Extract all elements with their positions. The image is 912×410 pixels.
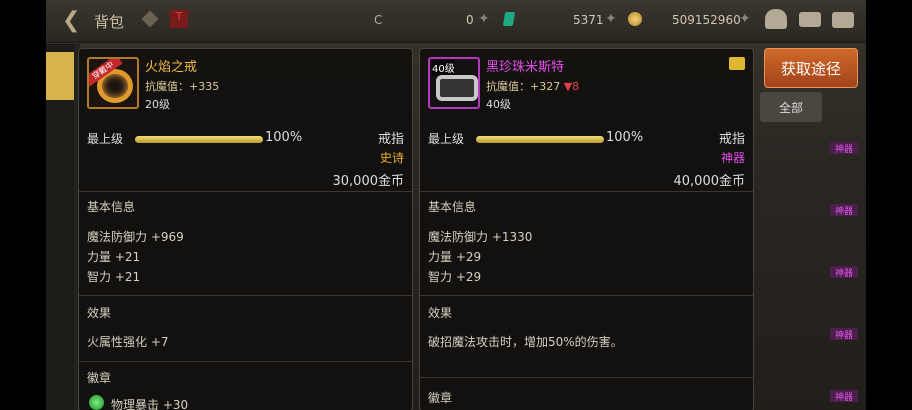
page-title: 背包 <box>94 13 125 31</box>
basic-info-title: 基本信息 <box>428 200 477 214</box>
basic-info-title: 基本信息 <box>87 200 136 214</box>
tab-bag[interactable] <box>46 52 74 100</box>
filter-all-button[interactable]: 全部 <box>760 92 822 122</box>
equipped-item-panel: 穿戴中 火焰之戒 抗魔值：+335 20级 最上级 100% 戒指 史诗 30,… <box>78 48 413 410</box>
list-item-tag[interactable]: 神器 <box>830 142 858 155</box>
divider <box>79 295 412 296</box>
grade-bar <box>476 136 604 143</box>
resist-value: +327 <box>530 80 561 93</box>
share-icon[interactable] <box>729 57 745 70</box>
grade-percent: 100% <box>265 130 303 145</box>
list-item-tag[interactable]: 神器 <box>830 390 858 403</box>
add-small-coin-icon[interactable]: ✦ <box>605 11 617 27</box>
chat-icon[interactable] <box>832 12 854 28</box>
item-icon-frame[interactable]: 40级 <box>428 57 480 109</box>
green-emblem-icon <box>89 395 104 410</box>
item-name: 火焰之戒 <box>145 60 198 75</box>
top-bar: ❮ 背包 T C 0 ✦ 5371 ✦ 509152960 ✦ <box>46 0 866 43</box>
basic-stat: 魔法防御力 +1330 <box>428 230 533 244</box>
ring-icon <box>436 75 478 101</box>
grade-label: 最上级 <box>428 132 465 146</box>
item-rarity: 神器 <box>720 151 745 165</box>
item-level: 20级 <box>145 98 170 111</box>
emblem-title: 徽章 <box>428 391 453 405</box>
resist-label: 抗魔值： <box>145 80 189 93</box>
grade-percent: 100% <box>606 130 644 145</box>
resist-stat: 抗魔值：+335 <box>145 78 219 94</box>
effect-title: 效果 <box>87 306 112 320</box>
back-arrow-icon[interactable]: ❮ <box>62 8 80 33</box>
basic-stat: 力量 +29 <box>428 250 482 264</box>
list-item-tag[interactable]: 神器 <box>830 204 858 217</box>
resist-value: +335 <box>189 80 220 93</box>
add-gem-icon[interactable]: ✦ <box>478 11 490 27</box>
effect-text: 火属性强化 +7 <box>87 335 169 349</box>
grade-bar <box>135 136 263 143</box>
c-icon: C <box>374 13 383 27</box>
grade-label: 最上级 <box>87 132 124 146</box>
divider <box>420 295 753 296</box>
divider <box>420 377 753 378</box>
basic-stat: 魔法防御力 +969 <box>87 230 184 244</box>
basic-stat: 智力 +29 <box>428 270 482 284</box>
item-level: 40级 <box>486 98 511 111</box>
diamond-icon[interactable] <box>141 10 159 28</box>
resist-label: 抗魔值： <box>486 80 530 93</box>
item-rarity: 史诗 <box>379 151 404 165</box>
item-type: 戒指 <box>377 132 404 147</box>
item-price: 40,000金币 <box>673 174 746 189</box>
list-item-tag[interactable]: 神器 <box>830 328 858 341</box>
compare-item-panel: 40级 黑珍珠米斯特 抗魔值：+327 ▼8 40级 最上级 100% 戒指 神… <box>419 48 754 410</box>
gold-count: 509152960 <box>672 13 741 27</box>
list-item-tag[interactable]: 神器 <box>830 266 858 279</box>
emblem-text: 物理暴击 +30 <box>111 398 189 410</box>
resist-change: ▼8 <box>563 80 580 93</box>
inventory-side-list: 神器 神器 神器 神器 神器 <box>786 128 866 410</box>
item-name: 黑珍珠米斯特 <box>486 60 565 75</box>
divider <box>79 191 412 192</box>
obtain-method-button[interactable]: 获取途径 <box>764 48 858 88</box>
mail-icon[interactable] <box>799 12 821 27</box>
gem-count: 0 <box>466 13 474 27</box>
item-icon-frame[interactable]: 穿戴中 <box>87 57 139 109</box>
gem-icon <box>502 12 516 26</box>
small-coin-count: 5371 <box>573 13 604 27</box>
item-type: 戒指 <box>718 132 745 147</box>
coin-icon <box>628 12 642 26</box>
divider <box>79 361 412 362</box>
item-price: 30,000金币 <box>332 174 405 189</box>
grade-bar-fill <box>476 136 604 143</box>
game-screen: ❮ 背包 T C 0 ✦ 5371 ✦ 509152960 ✦ 穿戴中 火焰之戒… <box>46 0 866 410</box>
divider <box>420 191 753 192</box>
level-tag: 40级 <box>432 60 455 75</box>
resist-stat: 抗魔值：+327 ▼8 <box>486 78 579 94</box>
grade-bar-fill <box>135 136 263 143</box>
basic-stat: 力量 +21 <box>87 250 141 264</box>
add-gold-icon[interactable]: ✦ <box>739 11 751 27</box>
emblem-title: 徽章 <box>87 371 112 385</box>
left-tab-strip <box>46 44 74 410</box>
shop-icon[interactable] <box>765 9 787 29</box>
tab-badge-icon[interactable]: T <box>170 10 188 28</box>
effect-text: 破招魔法攻击时，增加50%的伤害。 <box>428 335 623 349</box>
basic-stat: 智力 +21 <box>87 270 141 284</box>
effect-title: 效果 <box>428 306 453 320</box>
